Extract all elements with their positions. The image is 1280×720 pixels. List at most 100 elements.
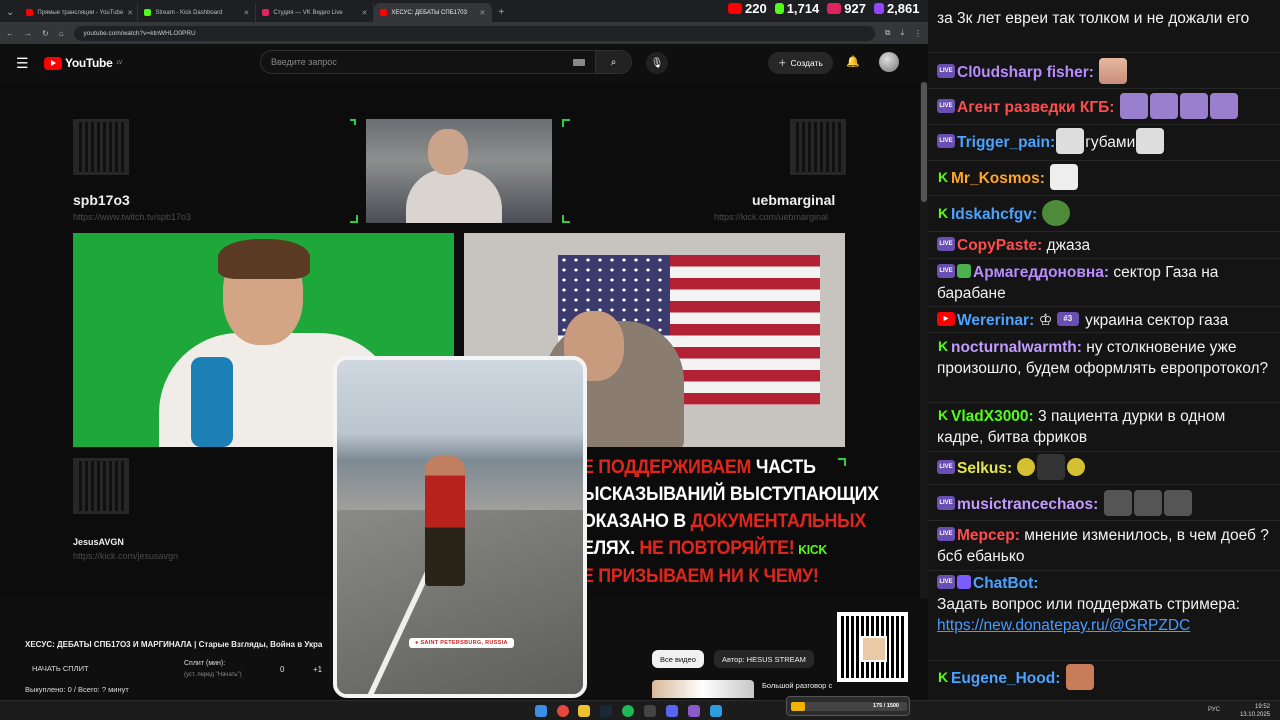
scrollbar[interactable] [920,82,928,598]
region-code: LV [116,60,123,66]
chrome-icon[interactable] [557,705,569,717]
vk-favicon-icon [262,9,270,16]
donation-goal-widget: 175 / 1500 [786,696,910,716]
count-value: 220 [745,0,767,16]
count-value: 2,861 [886,0,920,16]
live-badge-icon: LIVE [937,460,955,474]
recommended-thumbnail[interactable] [652,680,754,698]
menu-icon[interactable]: ⋮ [914,29,922,38]
home-icon[interactable]: ⌂ [59,29,64,38]
obs-icon[interactable] [644,705,656,717]
avatar[interactable] [879,52,899,72]
chip-all-videos[interactable]: Все видео [652,650,704,668]
bot-icon [957,574,971,589]
banner-text: ЫСКАЗЫВАНИЙ ВЫСТУПАЮЩИХ [582,484,879,505]
menu-icon[interactable]: ☰ [16,55,32,72]
emote-icon [1103,490,1132,516]
clock[interactable]: 19:52 13.10.2025 [1240,703,1270,719]
donate-link[interactable]: https://new.donatepay.ru/@GRPZDC [937,617,1190,634]
person-hair [218,239,310,279]
close-tab-icon[interactable]: ✕ [362,9,368,17]
microphone-icon[interactable]: 🎙 [646,52,668,74]
nickname: Армагеддоновна: [973,264,1110,281]
windows-start-icon[interactable] [535,705,547,717]
message-text: за 3к лет евреи так толком и не дожали е… [937,10,1250,27]
split-value[interactable]: 0 [280,665,284,674]
explorer-icon[interactable] [578,705,590,717]
url-field[interactable]: youtube.com/watch?v=ktnWHLO0PRU [73,25,875,41]
extensions-icon[interactable]: ⧉ [885,28,891,38]
search-input[interactable]: Введите запрос [261,57,573,67]
youtube-header: ☰ YouTube LV Введите запрос ⌕ 🎙 ＋ Создать… [0,44,928,82]
banner-text: Е ПРИЗЫВАЕМ НИ К ЧЕМУ! [582,566,819,587]
recommended-title[interactable]: Большой разговор с [762,681,832,690]
youtube-logo[interactable]: YouTube LV [44,56,122,70]
emote-icon [1133,490,1162,516]
person-face [428,129,468,175]
count-value: 1,714 [786,0,820,16]
youtube-play-icon [44,56,62,70]
forward-icon[interactable]: → [24,29,32,38]
tab-menu-icon[interactable]: ⌄ [0,3,20,22]
taskbar: РУС 19:52 13.10.2025 [0,700,1280,720]
qr-code-left [73,119,129,175]
chat-message: K Idskahcfgv: [937,200,1273,228]
emote-icon [1065,664,1094,690]
chat-window-title [928,0,1280,7]
close-tab-icon[interactable]: ✕ [127,9,133,17]
divider [928,231,1280,232]
scrollbar-thumb[interactable] [921,82,927,202]
qr-pattern [841,616,904,678]
back-icon[interactable]: ← [6,29,14,38]
chat-message: K VladX3000: 3 пациента дурки в одном кад… [937,406,1273,448]
emote-icon [1136,128,1165,154]
corner-bracket [562,215,570,223]
banner-line: ОКАЗАНО В ДОКУМЕНТАЛЬНЫХ [582,508,883,535]
app-icon[interactable] [688,705,700,717]
logo-text: YouTube [65,56,113,70]
telegram-icon[interactable] [710,705,722,717]
nickname: Агент разведки КГБ: [957,99,1115,117]
start-split-button[interactable]: НАЧАТЬ СПЛИТ [32,664,89,673]
corner-bracket [350,119,356,125]
tab-label: Stream - Kick Dashboard [155,9,223,16]
spotify-icon[interactable] [622,705,634,717]
discord-icon[interactable] [666,705,678,717]
chat-message: LIVE Армагеддоновна: сектор Газа на бараб… [937,262,1273,304]
steam-icon[interactable] [600,705,612,717]
reload-icon[interactable]: ↻ [42,29,49,38]
browser-tab[interactable]: Студия — VK Видео Live ✕ [256,3,375,22]
bell-icon[interactable]: 🔔 [846,55,860,68]
browser-tab[interactable]: Stream - Kick Dashboard ✕ [138,3,257,22]
download-icon[interactable]: ⤓ [900,28,904,38]
split-plus-button[interactable]: +1 [313,665,322,674]
kick-badge-icon: K [937,169,949,185]
chat-message: LIVE Мерсер: мнение изменилось, в чем дое… [937,525,1273,567]
nickname: Selkus: [957,460,1013,478]
live-badge-icon: LIVE [937,496,955,510]
tray-lang[interactable]: РУС [1208,707,1220,713]
close-tab-icon[interactable]: ✕ [480,9,486,17]
keyboard-icon[interactable] [573,58,585,66]
corner-bracket [350,215,358,223]
nickname: nocturnalwarmth: [951,339,1082,356]
chip-author[interactable]: Автор: HESUS STREAM [714,650,814,668]
vk-viewers: 927 [827,1,866,16]
tab-label: ХЕСУС: ДЕБАТЫ СПБ1703 [391,9,467,16]
close-tab-icon[interactable]: ✕ [244,9,250,17]
divider [928,195,1280,196]
rank-badge: #3 [1056,311,1079,326]
divider [928,451,1280,452]
divider [928,124,1280,125]
chat-message: LIVE CopyPaste: джаза [937,235,1273,256]
clock-time: 19:52 [1254,704,1270,710]
new-tab-icon[interactable]: + [492,3,510,22]
kick-favicon-icon [144,9,152,16]
twitch-viewers: 2,861 [873,0,920,16]
browser-tab[interactable]: Прямые трансляции - YouTube ✕ [20,3,139,22]
twitch-icon [873,2,884,14]
search-icon[interactable]: ⌕ [595,51,631,73]
create-button[interactable]: ＋ Создать [768,52,833,74]
browser-tab-active[interactable]: ХЕСУС: ДЕБАТЫ СПБ1703 ✕ [374,3,493,22]
search-box[interactable]: Введите запрос ⌕ [260,50,632,74]
